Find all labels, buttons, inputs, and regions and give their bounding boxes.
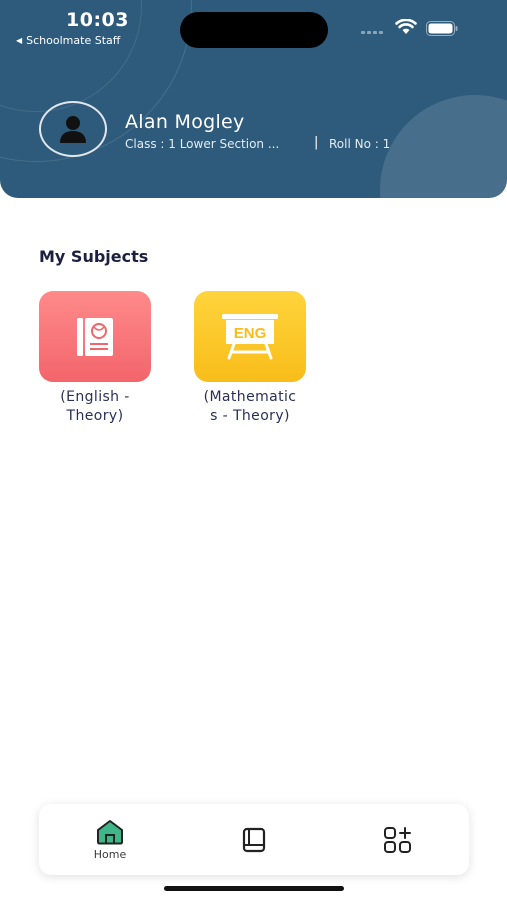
status-time: 10:03 — [66, 9, 129, 31]
info-separator: | — [314, 135, 319, 150]
nav-item-more[interactable] — [373, 804, 423, 875]
nav-item-home[interactable]: Home — [84, 804, 136, 875]
home-indicator[interactable] — [164, 886, 344, 891]
cellular-signal-icon — [361, 31, 383, 34]
board-text: ENG — [234, 325, 267, 342]
subject-tile[interactable] — [39, 291, 151, 382]
user-name: Alan Mogley — [125, 111, 245, 133]
section-title: My Subjects — [39, 247, 149, 266]
avatar[interactable] — [39, 101, 107, 157]
dynamic-island — [180, 12, 328, 48]
wifi-icon — [395, 19, 417, 34]
subject-label-line: Theory) — [66, 408, 124, 424]
subject-label: (Mathematic s - Theory) — [194, 388, 306, 426]
subject-label-line: s - Theory) — [210, 408, 290, 424]
decor-circle — [380, 95, 507, 198]
subject-label-line: (English - — [60, 389, 130, 405]
subject-tile[interactable]: ENG — [194, 291, 306, 382]
subject-label: (English - Theory) — [39, 388, 151, 426]
back-triangle-icon: ◀ — [16, 36, 23, 45]
apps-plus-icon — [384, 826, 411, 853]
book-icon — [77, 317, 113, 356]
user-icon — [60, 116, 86, 143]
nav-label-home: Home — [93, 847, 127, 861]
home-icon — [97, 819, 123, 844]
back-app-label: Schoolmate Staff — [26, 34, 121, 47]
user-roll-number: Roll No : 1 — [329, 137, 391, 151]
subject-label-line: (Mathematic — [203, 389, 297, 405]
nav-item-subjects[interactable] — [229, 804, 279, 875]
subject-card-english[interactable]: (English - Theory) — [39, 291, 151, 426]
profile-header: 10:03 ◀ Schoolmate Staff Alan Mogley Cla… — [0, 0, 507, 198]
subject-card-mathematics[interactable]: ENG (Mathematic s - Theory) — [194, 291, 306, 426]
bottom-nav-bar: Home — [39, 804, 469, 875]
back-to-app-link[interactable]: ◀ Schoolmate Staff — [16, 34, 120, 47]
user-class-info: Class : 1 Lower Section ... — [125, 137, 280, 151]
book-icon — [242, 827, 266, 852]
eng-board-icon: ENG — [222, 313, 278, 359]
battery-icon — [426, 21, 458, 36]
avatar-ring — [39, 101, 107, 157]
